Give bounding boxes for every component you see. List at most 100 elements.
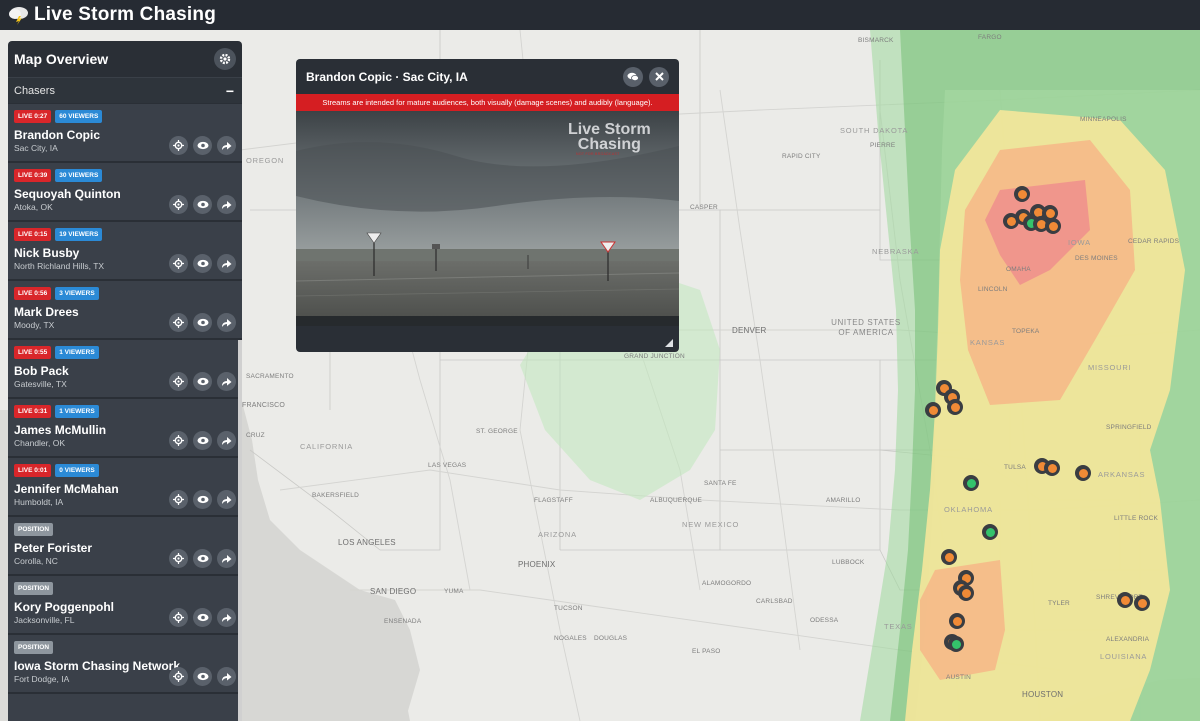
chaser-item[interactable]: LIVE 0:31 1 VIEWERS James McMullin Chandl… [8, 399, 242, 458]
share-button[interactable] [217, 490, 236, 509]
city-label: FLAGSTAFF [534, 497, 573, 504]
stream-header[interactable]: Brandon Copic · Sac City, IA [296, 59, 679, 94]
city-label: AMARILLO [826, 497, 861, 504]
city-label: TOPEKA [1012, 328, 1040, 335]
city-label: SACRAMENTO [246, 373, 294, 380]
city-label: GRAND JUNCTION [624, 353, 685, 360]
chaser-marker[interactable] [982, 524, 998, 540]
crosshair-icon [173, 671, 184, 682]
locate-button[interactable] [169, 431, 188, 450]
crosshair-icon [173, 376, 184, 387]
chaser-marker[interactable] [1045, 218, 1061, 234]
collapse-icon[interactable]: − [226, 83, 234, 99]
eye-icon [197, 613, 208, 622]
resize-handle-icon[interactable] [665, 339, 673, 347]
share-button[interactable] [217, 667, 236, 686]
share-icon [222, 495, 232, 504]
chaser-list: LIVE 0:27 60 VIEWERS Brandon Copic Sac Ci… [8, 104, 242, 721]
share-button[interactable] [217, 372, 236, 391]
viewer-count-badge: 30 VIEWERS [55, 169, 103, 182]
top-bar: Live Storm Chasing [0, 0, 1200, 30]
city-label: FARGO [978, 34, 1002, 41]
section-title: Chasers [14, 84, 55, 97]
share-button[interactable] [217, 313, 236, 332]
city-label: MINNEAPOLIS [1080, 116, 1127, 123]
chaser-item[interactable]: POSITION Peter Forister Corolla, NC [8, 517, 242, 576]
watch-button[interactable] [193, 667, 212, 686]
chaser-marker[interactable] [949, 613, 965, 629]
chaser-marker[interactable] [1117, 592, 1133, 608]
chaser-marker[interactable] [958, 585, 974, 601]
share-icon [222, 613, 232, 622]
locate-button[interactable] [169, 549, 188, 568]
eye-icon [197, 141, 208, 150]
chaser-marker[interactable] [1014, 186, 1030, 202]
watch-button[interactable] [193, 372, 212, 391]
chaser-item[interactable] [8, 694, 242, 721]
video-player[interactable]: Live Storm Chasing NOT FOR BROADCAST [296, 111, 679, 326]
stream-window[interactable]: Brandon Copic · Sac City, IA Streams are… [296, 59, 679, 352]
eye-icon [197, 259, 208, 268]
locate-button[interactable] [169, 608, 188, 627]
chaser-item[interactable]: LIVE 0:01 0 VIEWERS Jennifer McMahan Humb… [8, 458, 242, 517]
chaser-item[interactable]: POSITION Iowa Storm Chasing Network Fort… [8, 635, 242, 694]
watch-button[interactable] [193, 490, 212, 509]
share-button[interactable] [217, 608, 236, 627]
watch-button[interactable] [193, 549, 212, 568]
city-label: BAKERSFIELD [312, 492, 359, 499]
chaser-item[interactable]: LIVE 0:27 60 VIEWERS Brandon Copic Sac Ci… [8, 104, 242, 163]
chaser-item[interactable]: LIVE 0:15 19 VIEWERS Nick Busby North Ric… [8, 222, 242, 281]
share-icon [222, 554, 232, 563]
share-button[interactable] [217, 254, 236, 273]
state-label: ARKANSAS [1098, 470, 1146, 479]
mature-warning-banner: Streams are intended for mature audience… [296, 94, 679, 111]
locate-button[interactable] [169, 254, 188, 273]
watch-button[interactable] [193, 431, 212, 450]
chaser-item[interactable]: LIVE 0:56 3 VIEWERS Mark Drees Moody, TX [8, 281, 242, 340]
gear-icon [219, 53, 231, 65]
watch-button[interactable] [193, 136, 212, 155]
chaser-marker[interactable] [963, 475, 979, 491]
chaser-marker[interactable] [947, 399, 963, 415]
chaser-marker[interactable] [948, 636, 964, 652]
app-logo[interactable]: Live Storm Chasing [8, 4, 216, 26]
locate-button[interactable] [169, 313, 188, 332]
city-label: TUCSON [554, 605, 583, 612]
share-button[interactable] [217, 431, 236, 450]
chat-button[interactable] [623, 66, 643, 87]
settings-button[interactable] [214, 48, 236, 70]
chaser-marker[interactable] [941, 549, 957, 565]
watch-button[interactable] [193, 313, 212, 332]
locate-button[interactable] [169, 490, 188, 509]
chat-icon [627, 72, 639, 81]
city-label: TULSA [1004, 464, 1026, 471]
chaser-item[interactable]: LIVE 0:39 30 VIEWERS Sequoyah Quinton Ato… [8, 163, 242, 222]
chaser-marker[interactable] [1075, 465, 1091, 481]
locate-button[interactable] [169, 136, 188, 155]
share-button[interactable] [217, 136, 236, 155]
locate-button[interactable] [169, 195, 188, 214]
chasers-section-header[interactable]: Chasers − [8, 77, 242, 103]
watch-button[interactable] [193, 195, 212, 214]
watch-button[interactable] [193, 608, 212, 627]
watch-button[interactable] [193, 254, 212, 273]
viewer-count-badge: 3 VIEWERS [55, 287, 99, 300]
state-label: CALIFORNIA [300, 442, 354, 451]
chaser-marker[interactable] [925, 402, 941, 418]
share-button[interactable] [217, 195, 236, 214]
chaser-marker[interactable] [1134, 595, 1150, 611]
share-button[interactable] [217, 549, 236, 568]
state-label: SOUTH DAKOTA [840, 126, 909, 135]
sidebar-scrollbar[interactable] [238, 340, 242, 721]
share-icon [222, 672, 232, 681]
locate-button[interactable] [169, 372, 188, 391]
city-label: ST. GEORGE [476, 428, 518, 435]
viewer-count-badge: 1 VIEWERS [55, 346, 99, 359]
city-label: CRUZ [246, 432, 265, 439]
locate-button[interactable] [169, 667, 188, 686]
chaser-item[interactable]: LIVE 0:55 1 VIEWERS Bob Pack Gatesville, … [8, 340, 242, 399]
chaser-marker[interactable] [1044, 460, 1060, 476]
city-label: LAS VEGAS [428, 462, 467, 469]
close-button[interactable] [649, 66, 669, 87]
chaser-item[interactable]: POSITION Kory Poggenpohl Jacksonville, F… [8, 576, 242, 635]
